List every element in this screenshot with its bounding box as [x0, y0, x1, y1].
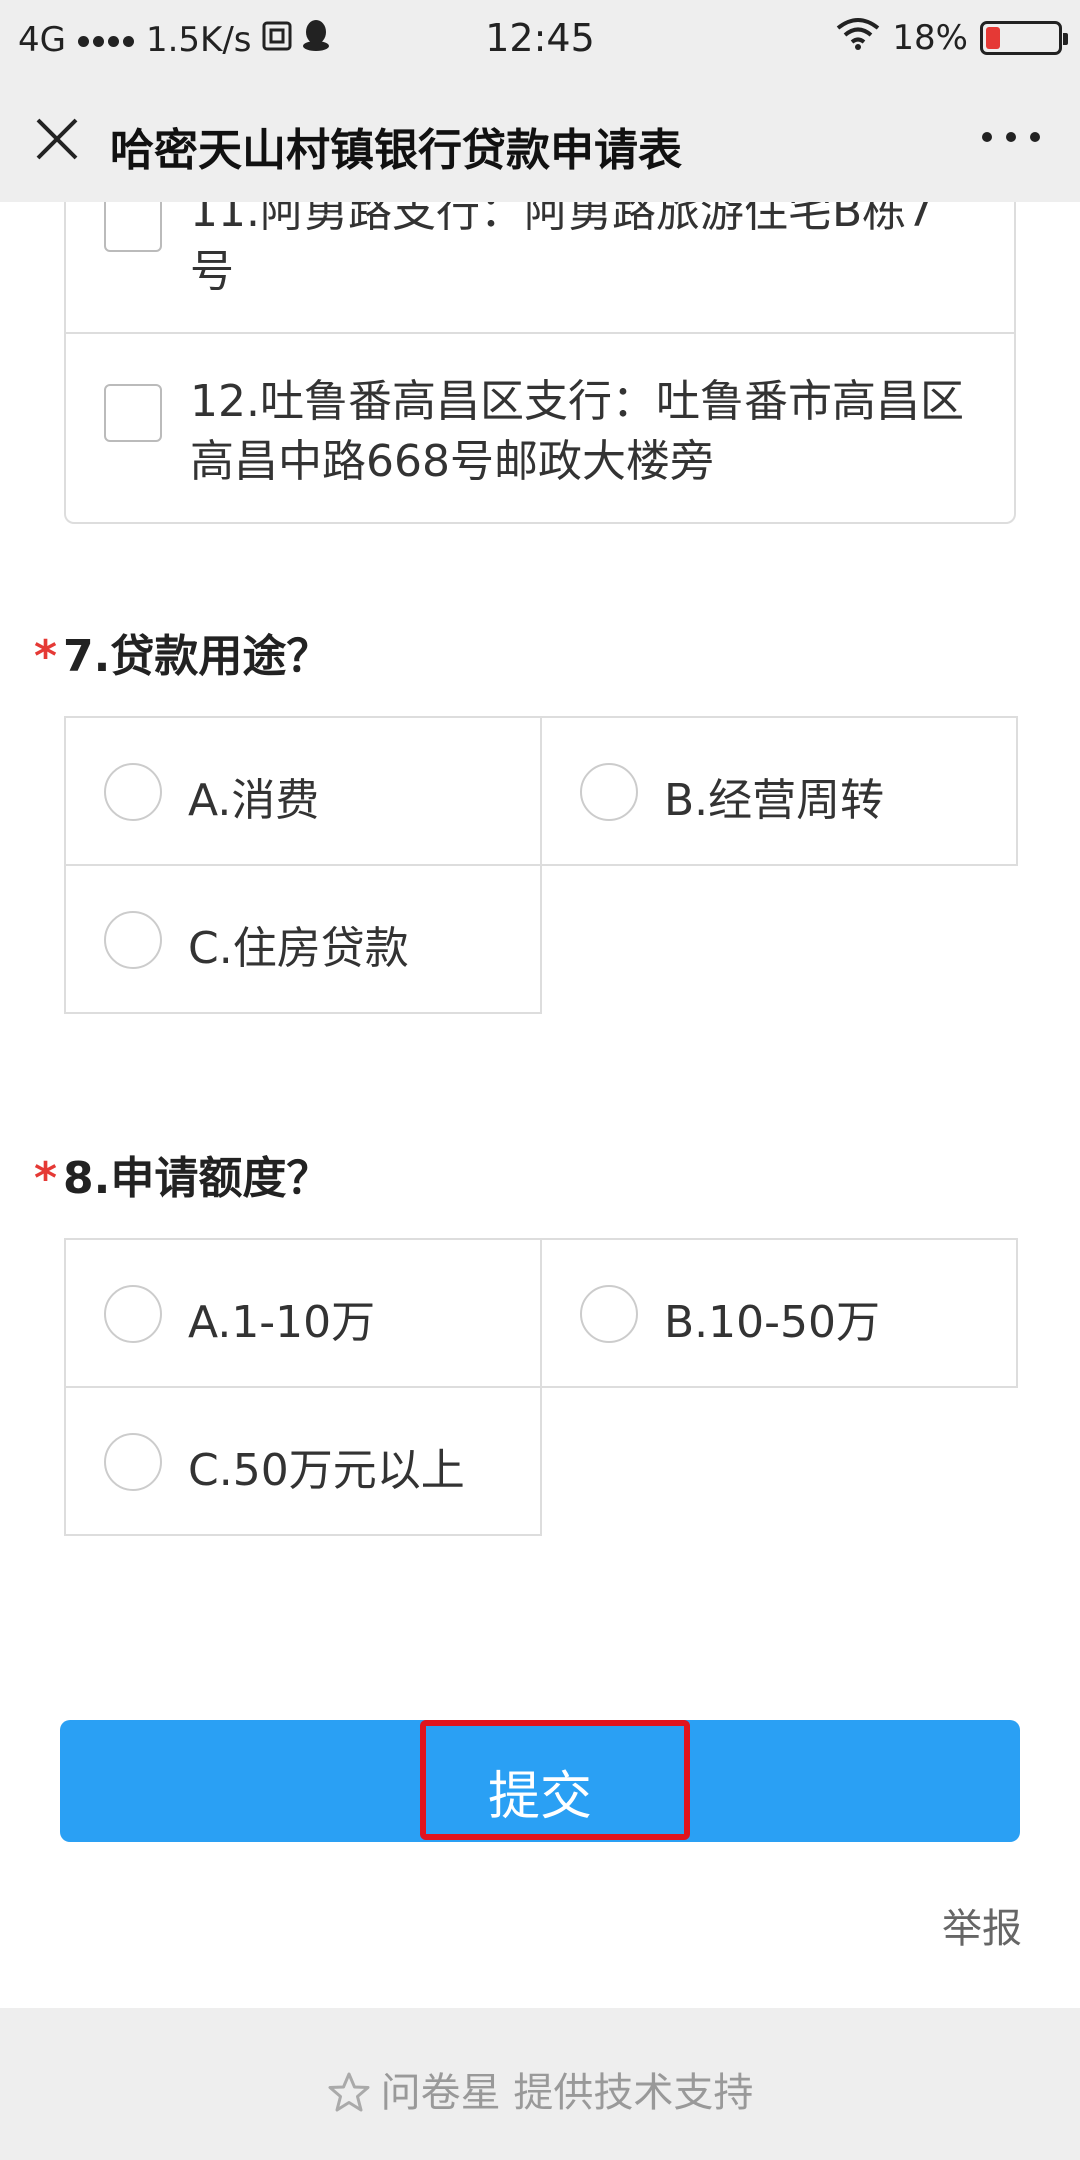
radio-option-amount-3[interactable]: C.50万元以上	[64, 1386, 542, 1536]
checkbox[interactable]	[104, 202, 162, 252]
wifi-icon	[836, 16, 880, 59]
radio-button[interactable]	[580, 763, 638, 821]
option-label: A.1-10万	[188, 1297, 376, 1348]
footer: 问卷星 提供技术支持	[0, 2008, 1080, 2160]
radio-button[interactable]	[580, 1285, 638, 1343]
form-content[interactable]: 11.阿勇路支行：阿勇路旅游住宅B栋7号 12.吐鲁番高昌区支行：吐鲁番市高昌区…	[0, 202, 1080, 2008]
radio-button[interactable]	[104, 763, 162, 821]
radio-option-amount-2[interactable]: B.10-50万	[540, 1238, 1018, 1388]
option-label: C.住房贷款	[188, 923, 409, 974]
radio-option-business[interactable]: B.经营周转	[540, 716, 1018, 866]
submit-highlight-box	[420, 1720, 690, 1840]
footer-text: 问卷星 提供技术支持	[380, 2070, 754, 2116]
status-right: 18%	[836, 16, 1068, 59]
question-8-text: 8.申请额度？	[63, 1153, 331, 1204]
checkbox-option[interactable]: 11.阿勇路支行：阿勇路旅游住宅B栋7号	[66, 202, 1014, 332]
checkbox-label: 12.吐鲁番高昌区支行：吐鲁番市高昌区高昌中路668号邮政大楼旁	[190, 376, 964, 487]
battery-icon	[980, 20, 1068, 55]
close-button[interactable]	[28, 110, 88, 170]
status-bar: 4G 1.5K/s 12:45 18%	[0, 0, 1080, 78]
more-menu-button[interactable]	[982, 132, 1040, 142]
option-label: B.经营周转	[664, 775, 885, 826]
radio-button[interactable]	[104, 911, 162, 969]
close-icon	[36, 118, 78, 160]
radio-option-consumption[interactable]: A.消费	[64, 716, 542, 866]
nav-bar: 哈密天山村镇银行贷款申请表	[0, 78, 1080, 202]
question-7-text: 7.贷款用途？	[63, 631, 331, 682]
option-label: C.50万元以上	[188, 1445, 465, 1496]
required-mark: *	[34, 631, 58, 682]
battery-fill	[986, 26, 1000, 49]
checkbox-label: 11.阿勇路支行：阿勇路旅游住宅B栋7号	[190, 202, 935, 297]
option-label: B.10-50万	[664, 1297, 881, 1348]
question-8-title: * 8.申请额度？	[34, 1142, 330, 1206]
radio-button[interactable]	[104, 1433, 162, 1491]
more-icon	[982, 132, 992, 142]
star-icon	[328, 2072, 370, 2112]
question-7-title: * 7.贷款用途？	[34, 620, 330, 684]
radio-option-housing[interactable]: C.住房贷款	[64, 864, 542, 1014]
question-7-options: A.消费 B.经营周转 C.住房贷款	[64, 716, 1018, 1014]
battery-percent: 18%	[892, 17, 968, 58]
radio-button[interactable]	[104, 1285, 162, 1343]
branch-checkbox-list: 11.阿勇路支行：阿勇路旅游住宅B栋7号 12.吐鲁番高昌区支行：吐鲁番市高昌区…	[64, 202, 1016, 524]
checkbox[interactable]	[104, 384, 162, 442]
radio-option-amount-1[interactable]: A.1-10万	[64, 1238, 542, 1388]
checkbox-option[interactable]: 12.吐鲁番高昌区支行：吐鲁番市高昌区高昌中路668号邮政大楼旁	[66, 332, 1014, 522]
option-label: A.消费	[188, 775, 320, 826]
page-title: 哈密天山村镇银行贷款申请表	[110, 125, 682, 176]
question-8-options: A.1-10万 B.10-50万 C.50万元以上	[64, 1238, 1018, 1536]
required-mark: *	[34, 1153, 58, 1204]
footer-credit: 问卷星 提供技术支持	[0, 2060, 1080, 2118]
report-link[interactable]: 举报	[942, 1896, 1022, 1954]
